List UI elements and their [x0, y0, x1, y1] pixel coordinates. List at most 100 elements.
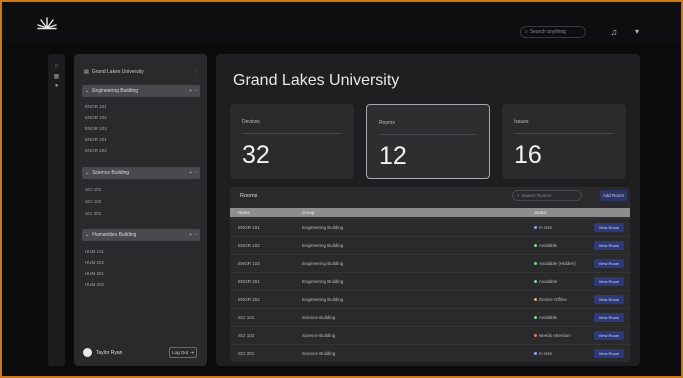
add-icon[interactable]: + — [189, 88, 192, 94]
view-room-button[interactable]: View Room — [594, 313, 624, 322]
table-row[interactable]: SCI 102 Science Building Needs Attention Vi… — [230, 326, 630, 344]
room-status-label: Needs Attention — [539, 333, 571, 338]
stat-value: 16 — [514, 141, 542, 169]
grid-icon[interactable]: ▦ — [53, 74, 60, 80]
logout-label: Log Out — [172, 350, 189, 355]
room-name: ENGR 202 — [238, 297, 260, 302]
status-dot — [534, 280, 537, 284]
room-group: Science Building — [302, 333, 336, 338]
room-name: ENGR 101 — [238, 225, 260, 230]
chevron-down-icon: ⌄ — [85, 88, 90, 94]
sidebar-room[interactable]: SCI 201 — [85, 211, 101, 216]
building-label: Humanities Building — [92, 232, 137, 238]
sidebar-building-engineering[interactable]: ⌄ Engineering Building + ▫ — [82, 85, 200, 97]
add-icon[interactable]: + — [189, 170, 192, 176]
view-room-button[interactable]: View Room — [594, 223, 624, 232]
view-room-button[interactable]: View Room — [594, 295, 624, 304]
table-row[interactable]: ENGR 101 Engineering Building In Use View R… — [230, 218, 630, 236]
edit-icon[interactable]: ▫ — [195, 88, 197, 94]
room-status: Needs Attention — [534, 333, 571, 338]
room-status: In Use — [534, 225, 552, 230]
sidebar-room[interactable]: HUM 102 — [85, 260, 104, 265]
app-window: ⌕ Search anything ♫ ▾ ⌂ ▦ ● ▤ Grand Lake… — [2, 2, 681, 376]
icon-rail: ⌂ ▦ ● — [48, 54, 65, 366]
global-search-placeholder: Search anything — [529, 29, 566, 35]
room-name: ENGR 102 — [238, 243, 260, 248]
stat-card-issues[interactable]: Issues 16 — [502, 104, 626, 179]
sidebar-building-science[interactable]: ⌄ Science Building + ▫ — [82, 167, 200, 179]
table-row[interactable]: SCI 201 Science Building In Use View Room — [230, 344, 630, 362]
sidebar-room[interactable]: ENGR 102 — [85, 115, 107, 120]
sidebar-room[interactable]: HUM 201 — [85, 271, 104, 276]
logout-button[interactable]: Log Out ⇥ — [169, 347, 197, 358]
more-icon[interactable]: ⋮ — [194, 69, 199, 75]
room-name: SCI 101 — [238, 315, 255, 320]
room-status-label: Device Offline — [539, 297, 567, 302]
global-search-input[interactable]: ⌕ Search anything — [520, 26, 586, 38]
sidebar-room[interactable]: SCI 102 — [85, 199, 101, 204]
sidebar-room[interactable]: ENGR 101 — [85, 104, 107, 109]
room-search-input[interactable]: ⌕ Search Rooms — [512, 190, 582, 201]
table-row[interactable]: ENGR 103 Engineering Building Available (H… — [230, 254, 630, 272]
building-label: Engineering Building — [92, 88, 139, 94]
edit-icon[interactable]: ▫ — [195, 170, 197, 176]
sidebar-room[interactable]: ENGR 201 — [85, 137, 107, 142]
add-icon[interactable]: + — [189, 232, 192, 238]
room-group: Engineering Building — [302, 243, 344, 248]
room-group: Engineering Building — [302, 225, 344, 230]
user-menu-icon[interactable]: ▾ — [631, 26, 643, 38]
building-label: Science Building — [92, 170, 130, 176]
table-row[interactable]: ENGR 102 Engineering Building Available Vie… — [230, 236, 630, 254]
building-icon: ▤ — [84, 69, 89, 75]
home-icon[interactable]: ⌂ — [53, 63, 60, 69]
sidebar-room[interactable]: SCI 101 — [85, 187, 101, 192]
chevron-down-icon: ⌄ — [85, 170, 90, 176]
add-room-button[interactable]: Add Room — [600, 190, 627, 201]
sidebar-room[interactable]: ENGR 103 — [85, 126, 107, 131]
room-name: ENGR 201 — [238, 279, 260, 284]
stat-card-rooms[interactable]: Rooms 12 — [366, 104, 490, 179]
column-header-name[interactable]: Name — [238, 210, 250, 215]
bell-icon[interactable]: ♫ — [608, 26, 620, 38]
room-name: ENGR 103 — [238, 261, 260, 266]
view-room-button[interactable]: View Room — [594, 241, 624, 250]
status-dot — [534, 244, 537, 248]
table-row[interactable]: ENGR 201 Engineering Building Available Vie… — [230, 272, 630, 290]
sidebar-building-humanities[interactable]: ⌄ Humanities Building + ▫ — [82, 229, 200, 241]
divider — [514, 133, 614, 134]
panel-title: Rooms — [240, 193, 258, 199]
stat-label: Issues — [514, 119, 529, 125]
avatar[interactable] — [83, 348, 92, 357]
sidebar-room[interactable]: HUM 202 — [85, 282, 104, 287]
chevron-down-icon: ⌄ — [85, 232, 90, 238]
room-status-label: Available — [539, 315, 558, 320]
room-status: In Use — [534, 351, 552, 356]
room-status-label: In Use — [539, 351, 553, 356]
column-header-status[interactable]: Status — [534, 210, 547, 215]
main-panel: Grand Lakes University Devices 32 Rooms … — [216, 54, 640, 366]
sunburst-logo-icon[interactable] — [36, 16, 58, 30]
stat-card-devices[interactable]: Devices 32 — [230, 104, 354, 179]
edit-icon[interactable]: ▫ — [195, 232, 197, 238]
room-group: Science Building — [302, 351, 336, 356]
sidebar: ▤ Grand Lakes University ⋮ ⌄ Engineering… — [74, 54, 207, 366]
room-group: Engineering Building — [302, 261, 344, 266]
view-room-button[interactable]: View Room — [594, 349, 624, 358]
search-icon: ⌕ — [525, 29, 528, 35]
view-room-button[interactable]: View Room — [594, 259, 624, 268]
room-status-label: In Use — [539, 225, 553, 230]
room-status: Available — [534, 315, 557, 320]
rooms-table-panel: Rooms ⌕ Search Rooms Add Room Name Group… — [230, 187, 630, 362]
sidebar-room[interactable]: HUM 101 — [85, 249, 104, 254]
view-room-button[interactable]: View Room — [594, 331, 624, 340]
table-row[interactable]: ENGR 202 Engineering Building Device Offli… — [230, 290, 630, 308]
divider — [379, 134, 477, 135]
column-header-group[interactable]: Group — [302, 210, 315, 215]
room-name: SCI 201 — [238, 351, 255, 356]
user-icon[interactable]: ● — [53, 83, 60, 89]
top-bar: ⌕ Search anything ♫ ▾ — [2, 2, 681, 42]
table-row[interactable]: SCI 101 Science Building Available View Roo… — [230, 308, 630, 326]
page-title: Grand Lakes University — [233, 72, 400, 89]
sidebar-room[interactable]: ENGR 202 — [85, 148, 107, 153]
view-room-button[interactable]: View Room — [594, 277, 624, 286]
